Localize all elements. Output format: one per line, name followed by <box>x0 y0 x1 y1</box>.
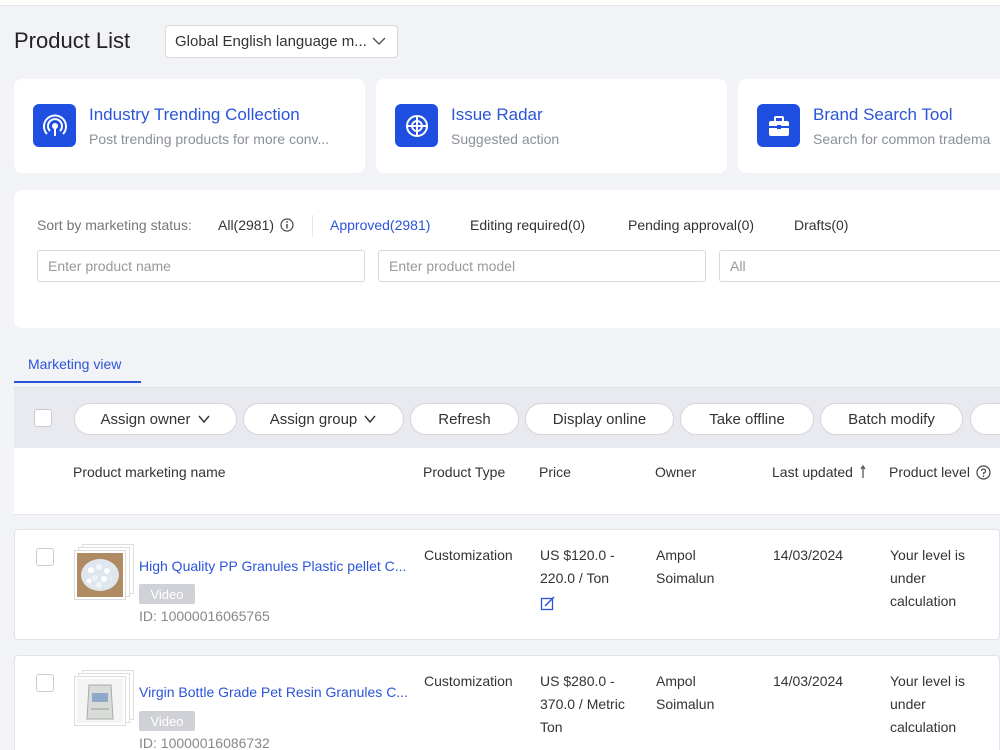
chevron-down-icon <box>364 415 376 424</box>
signal-icon <box>33 104 76 147</box>
status-all-label: All(2981) <box>218 217 275 233</box>
status-approved[interactable]: Approved(2981) <box>330 217 430 233</box>
card-issue-radar[interactable]: Issue Radar Suggested action <box>376 79 727 173</box>
display-online-button[interactable]: Display online <box>525 403 674 435</box>
product-type: Customization <box>424 547 513 563</box>
last-updated: 14/03/2024 <box>773 673 844 689</box>
table-row: Virgin Bottle Grade Pet Resin Granules C… <box>14 655 1000 750</box>
col-owner: Owner <box>655 464 697 480</box>
price-cell: US $280.0 - 370.0 / Metric Ton <box>540 670 625 739</box>
status-select[interactable]: All <box>719 250 1000 282</box>
level-line: calculation <box>890 719 957 735</box>
product-type: Customization <box>424 673 513 689</box>
assign-owner-button[interactable]: Assign owner <box>74 403 237 435</box>
owner-line: Soimalun <box>656 696 715 712</box>
card-title: Industry Trending Collection <box>89 105 300 124</box>
owner-line: Ampol <box>656 547 696 563</box>
product-id: ID: 10000016065765 <box>139 608 270 624</box>
top-border <box>0 0 1000 6</box>
tab-marketing-view[interactable]: Marketing view <box>14 352 141 383</box>
owner-line: Soimalun <box>656 570 715 586</box>
language-select-value: Global English language m... <box>175 33 367 50</box>
help-icon[interactable] <box>976 464 991 480</box>
card-industry-trending[interactable]: Industry Trending Collection Post trendi… <box>14 79 365 173</box>
row-checkbox[interactable] <box>36 548 54 566</box>
refresh-button[interactable]: Refresh <box>410 403 519 435</box>
briefcase-icon <box>757 104 800 147</box>
level-cell: Your level is under calculation <box>890 670 965 739</box>
table-row: High Quality PP Granules Plastic pellet … <box>14 529 1000 640</box>
col-product-name: Product marketing name <box>73 464 226 480</box>
product-name-link[interactable]: Virgin Bottle Grade Pet Resin Granules C… <box>139 684 408 700</box>
price-line: Ton <box>540 719 563 735</box>
owner-cell: Ampol Soimalun <box>656 544 714 590</box>
select-all-checkbox[interactable] <box>34 409 52 427</box>
row-checkbox[interactable] <box>36 674 54 692</box>
owner-cell: Ampol Soimalun <box>656 670 714 716</box>
col-product-level-label: Product level <box>889 464 970 480</box>
bulk-action-toolbar: Assign owner Assign group Refresh Displa… <box>14 387 1000 448</box>
product-name-input[interactable]: Enter product name <box>37 250 365 282</box>
status-filter-label: Sort by marketing status: <box>37 217 192 233</box>
level-line: Your level is <box>890 673 965 689</box>
col-last-updated-label: Last updated <box>772 464 853 480</box>
last-updated: 14/03/2024 <box>773 547 844 563</box>
card-subtitle: Post trending products for more conv... <box>89 131 330 147</box>
more-actions-button[interactable] <box>970 403 1000 435</box>
product-model-input[interactable]: Enter product model <box>378 250 706 282</box>
video-badge: Video <box>139 584 195 604</box>
card-title: Brand Search Tool <box>813 105 953 124</box>
page-title: Product List <box>14 28 131 53</box>
level-line: Your level is <box>890 547 965 563</box>
col-price: Price <box>539 464 571 480</box>
product-image[interactable] <box>74 676 126 726</box>
owner-line: Ampol <box>656 673 696 689</box>
col-product-type: Product Type <box>423 464 506 480</box>
language-select[interactable]: Global English language m... <box>165 25 398 58</box>
price-line: 370.0 / Metric <box>540 696 625 712</box>
take-offline-button[interactable]: Take offline <box>680 403 814 435</box>
table-header: Product marketing name Product Type Pric… <box>14 448 1000 515</box>
price-line: US $120.0 - <box>540 547 615 563</box>
sort-icon[interactable] <box>860 464 868 480</box>
card-title: Issue Radar <box>451 105 543 124</box>
col-last-updated[interactable]: Last updated <box>772 464 868 480</box>
batch-modify-button[interactable]: Batch modify <box>820 403 963 435</box>
divider <box>312 215 313 237</box>
edit-icon[interactable] <box>540 596 555 611</box>
product-id: ID: 10000016086732 <box>139 735 270 750</box>
status-pending-approval[interactable]: Pending approval(0) <box>628 217 754 233</box>
level-line: under <box>890 570 926 586</box>
chevron-down-icon <box>197 415 210 424</box>
price-line: US $280.0 - <box>540 673 615 689</box>
chevron-down-icon <box>372 37 386 45</box>
product-name-link[interactable]: High Quality PP Granules Plastic pellet … <box>139 558 406 574</box>
radar-icon <box>395 104 438 147</box>
assign-group-button[interactable]: Assign group <box>243 403 404 435</box>
level-cell: Your level is under calculation <box>890 544 965 613</box>
filter-panel: Sort by marketing status: All(2981) Appr… <box>14 190 1000 328</box>
assign-owner-label: Assign owner <box>100 410 191 428</box>
pellets-image <box>77 553 123 597</box>
price-cell: US $120.0 - 220.0 / Ton <box>540 544 615 590</box>
video-badge: Video <box>139 711 195 731</box>
level-line: under <box>890 696 926 712</box>
price-line: 220.0 / Ton <box>540 570 610 586</box>
status-editing-required[interactable]: Editing required(0) <box>470 217 585 233</box>
status-drafts[interactable]: Drafts(0) <box>794 217 848 233</box>
info-icon[interactable] <box>280 218 294 232</box>
status-all[interactable]: All(2981) <box>218 217 294 233</box>
card-brand-search[interactable]: Brand Search Tool Search for common trad… <box>738 79 1000 173</box>
resin-bag-image <box>77 679 123 723</box>
product-image[interactable] <box>74 550 126 600</box>
assign-group-label: Assign group <box>269 410 358 428</box>
card-subtitle: Search for common tradema <box>813 131 991 147</box>
col-product-level: Product level <box>889 464 991 480</box>
level-line: calculation <box>890 593 957 609</box>
card-subtitle: Suggested action <box>451 131 560 147</box>
